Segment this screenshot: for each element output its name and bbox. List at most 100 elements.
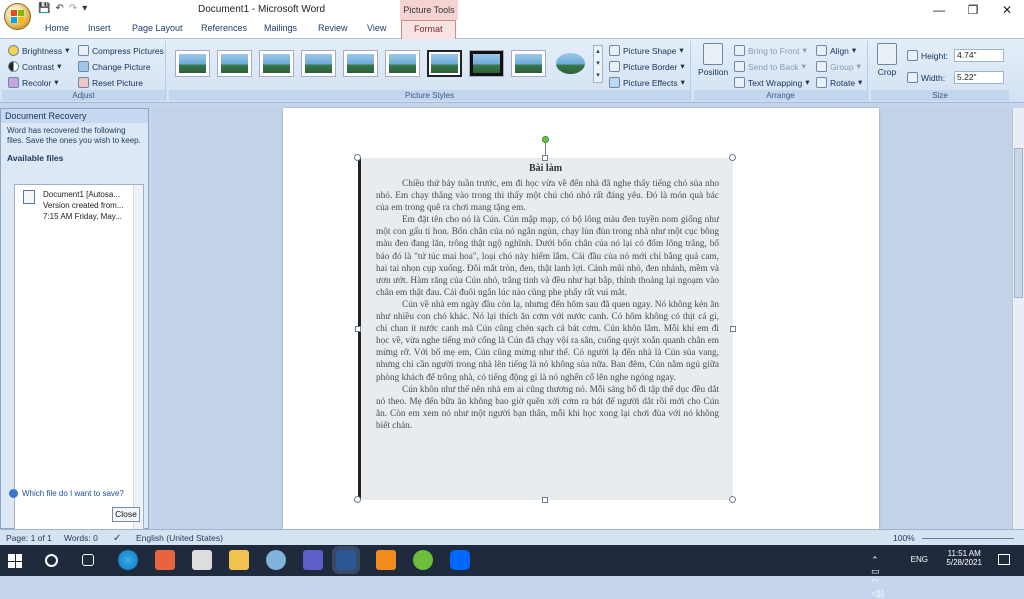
save-icon[interactable]: 💾 [38,3,50,14]
height-icon [907,50,918,61]
adjust-group: Brightness ▾ Contrast ▾ Recolor ▾ Compress … [2,41,166,101]
picture-style-10[interactable] [553,50,588,77]
undo-icon[interactable]: ↶ [55,3,63,14]
tab-format[interactable]: Format [401,20,456,40]
tab-review[interactable]: Review [318,23,348,33]
resize-handle-se[interactable] [729,496,736,503]
scroll-thumb[interactable] [1014,148,1023,298]
group-icon [816,61,827,72]
recovery-message: Word has recovered the following files. … [7,126,141,145]
app-icon[interactable] [266,550,286,570]
gallery-scroll[interactable]: ▴ ▾ ▾ [593,45,603,83]
picture-style-5[interactable] [343,50,378,77]
vertical-scrollbar[interactable] [1012,108,1024,529]
file-list-scrollbar[interactable] [133,185,143,555]
rotate-handle[interactable] [542,136,549,143]
brightness-button[interactable]: Brightness ▾ [8,45,69,56]
title-bar: 💾 ↶ ↷ ▾ Document1 - Microsoft Word Pictu… [0,0,1024,20]
picture-style-8[interactable] [469,50,504,77]
tab-references[interactable]: References [201,23,247,33]
document-icon [23,190,35,204]
document-page[interactable]: Bài làm Chiều thứ bảy tuần trước, em đi … [283,108,879,529]
resize-handle-nw[interactable] [354,154,361,161]
tab-home[interactable]: Home [45,23,69,33]
resize-handle-ne[interactable] [729,154,736,161]
close-button[interactable]: ✕ [990,0,1024,20]
word-count[interactable]: Words: 0 [64,533,98,543]
input-language[interactable]: ENG [911,555,928,564]
picture-style-3[interactable] [259,50,294,77]
zoom-slider[interactable] [922,538,1014,539]
reset-picture-button[interactable]: Reset Picture [78,77,143,88]
rotate-button[interactable]: Rotate ▾ [816,77,862,88]
picture-styles-group-label: Picture Styles [169,90,690,101]
clock-time: 11:51 AM [947,549,981,558]
edge-icon[interactable] [118,550,138,570]
available-files-heading: Available files [7,153,64,163]
tray-icons[interactable]: ⌃ ▭ ◠ ◁)) [871,555,884,599]
app3-icon[interactable] [413,550,433,570]
zoom-level[interactable]: 100% [893,533,915,543]
recolor-button[interactable]: Recolor ▾ [8,77,59,88]
window-title: Document1 - Microsoft Word [198,4,326,15]
group-button[interactable]: Group ▾ [816,61,861,72]
picture-style-4[interactable] [301,50,336,77]
picture-style-9[interactable] [511,50,546,77]
align-button[interactable]: Align ▾ [816,45,856,56]
recovered-file-item[interactable]: Document1 [Autosa... Version created fro… [21,189,135,222]
picture-style-2[interactable] [217,50,252,77]
picture-effects-button[interactable]: Picture Effects ▾ [609,77,685,88]
minimize-button[interactable]: — [922,0,956,20]
qat-more-icon[interactable]: ▾ [82,3,87,14]
compress-pictures-button[interactable]: Compress Pictures [78,45,164,56]
picture-border-button[interactable]: Picture Border ▾ [609,61,685,72]
notification-icon[interactable] [998,554,1010,565]
change-picture-button[interactable]: Change Picture [78,61,151,72]
file-explorer-icon[interactable] [229,550,249,570]
position-button[interactable]: Position [698,43,728,77]
file-version: Version created from... [43,201,124,210]
close-recovery-button[interactable]: Close [112,507,140,522]
text-wrapping-button[interactable]: Text Wrapping ▾ [734,77,809,88]
height-input[interactable]: 4.74" [954,49,1004,62]
picture-style-1[interactable] [175,50,210,77]
help-link[interactable]: Which file do I want to save? [9,489,124,498]
task-view-icon[interactable] [82,554,94,566]
contrast-button[interactable]: Contrast ▾ [8,61,61,72]
store-icon[interactable] [192,550,212,570]
tab-view[interactable]: View [367,23,386,33]
clock[interactable]: 11:51 AM 5/28/2021 [946,549,982,567]
resize-handle-w[interactable] [355,326,361,332]
picture-style-6[interactable] [385,50,420,77]
windows-taskbar: ⌃ ▭ ◠ ◁)) ENG 11:51 AM 5/28/2021 [0,545,1024,598]
resize-handle-e[interactable] [730,326,736,332]
resize-handle-s[interactable] [542,497,548,503]
resize-handle-n[interactable] [542,155,548,161]
tab-insert[interactable]: Insert [88,23,111,33]
effects-icon [609,77,620,88]
page-count[interactable]: Page: 1 of 1 [6,533,52,543]
app2-icon[interactable] [376,550,396,570]
redo-icon[interactable]: ↷ [69,3,77,14]
tab-page-layout[interactable]: Page Layout [132,23,183,33]
proofing-icon[interactable]: ✓ [113,533,121,544]
bring-to-front-button[interactable]: Bring to Front ▾ [734,45,807,56]
clock-date: 5/28/2021 [946,558,982,567]
start-icon[interactable] [8,554,22,568]
picture-shape-button[interactable]: Picture Shape ▾ [609,45,684,56]
office-icon[interactable] [155,550,175,570]
office-button[interactable] [4,3,31,30]
maximize-button[interactable]: ❐ [956,0,990,20]
language-indicator[interactable]: English (United States) [136,533,223,543]
tab-mailings[interactable]: Mailings [264,23,297,33]
search-icon[interactable] [45,554,58,567]
crop-button[interactable]: Crop [877,43,897,77]
resize-handle-sw[interactable] [354,496,361,503]
zalo-icon[interactable] [450,550,470,570]
send-to-back-button[interactable]: Send to Back ▾ [734,61,806,72]
picture-style-7[interactable] [427,50,462,77]
teams-icon[interactable] [303,550,323,570]
selected-picture[interactable]: Bài làm Chiều thứ bảy tuần trước, em đi … [358,158,733,500]
width-input[interactable]: 5.22" [954,71,1004,84]
word-icon[interactable] [332,546,360,574]
